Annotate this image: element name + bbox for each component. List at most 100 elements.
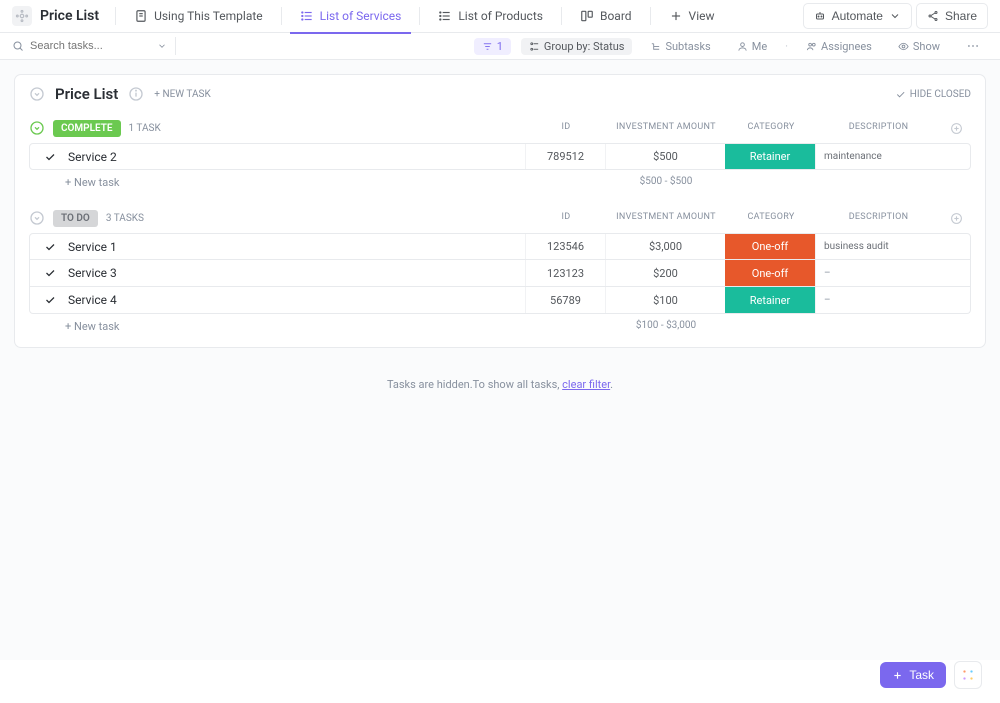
footer-spacer xyxy=(941,320,971,333)
task-row[interactable]: Service 4 56789 $100 Retainer – xyxy=(29,287,971,314)
price-list-panel: Price List + NEW TASK HIDE CLOSED COMPLE… xyxy=(14,74,986,348)
apps-button[interactable] xyxy=(954,661,982,689)
task-category[interactable]: Retainer xyxy=(725,287,815,313)
task-group: TO DO 3 TASKS ID INVESTMENT AMOUNT CATEG… xyxy=(15,203,985,347)
plus-circle-icon xyxy=(950,122,963,135)
list-icon xyxy=(438,9,452,23)
task-id[interactable]: 123123 xyxy=(525,260,605,286)
task-category[interactable]: Retainer xyxy=(725,144,815,169)
filter-bar: 1 Group by: Status Subtasks Me · Assigne… xyxy=(0,33,1000,60)
col-header-description[interactable]: DESCRIPTION xyxy=(816,212,941,225)
task-check[interactable] xyxy=(30,260,66,286)
more-menu[interactable] xyxy=(958,37,988,55)
task-row[interactable]: Service 1 123546 $3,000 One-off business… xyxy=(29,233,971,260)
plus-icon xyxy=(892,670,903,681)
more-icon xyxy=(966,39,980,53)
task-id[interactable]: 789512 xyxy=(525,144,605,169)
collapse-icon[interactable] xyxy=(29,86,45,102)
task-id[interactable]: 56789 xyxy=(525,287,605,313)
footer-spacer xyxy=(726,320,816,333)
floating-controls: Task xyxy=(880,661,982,689)
button-label: Share xyxy=(945,9,977,23)
filter-count: 1 xyxy=(497,40,503,53)
task-description[interactable]: – xyxy=(815,260,940,286)
new-task-link[interactable]: + NEW TASK xyxy=(154,89,210,100)
task-description[interactable]: – xyxy=(815,287,940,313)
clear-filter-link[interactable]: clear filter xyxy=(562,378,610,391)
task-category[interactable]: One-off xyxy=(725,234,815,259)
task-check[interactable] xyxy=(30,144,66,169)
tab-list-services[interactable]: List of Services xyxy=(290,0,412,33)
task-description[interactable]: maintenance xyxy=(815,144,940,169)
col-header-category[interactable]: CATEGORY xyxy=(726,212,816,225)
tab-using-template[interactable]: Using This Template xyxy=(124,0,273,33)
share-button[interactable]: Share xyxy=(916,3,988,29)
status-badge[interactable]: TO DO xyxy=(53,210,98,227)
task-category[interactable]: One-off xyxy=(725,260,815,286)
subtasks-label: Subtasks xyxy=(665,40,710,53)
task-row[interactable]: Service 2 789512 $500 Retainer maintenan… xyxy=(29,143,971,170)
new-task-row[interactable]: + New task xyxy=(29,320,526,333)
hide-closed-toggle[interactable]: HIDE CLOSED xyxy=(895,89,971,100)
subtasks-pill[interactable]: Subtasks xyxy=(642,38,718,55)
new-task-floating-button[interactable]: Task xyxy=(880,662,946,688)
show-pill[interactable]: Show xyxy=(890,38,948,55)
task-check[interactable] xyxy=(30,234,66,259)
add-column-button[interactable] xyxy=(941,212,971,225)
task-check[interactable] xyxy=(30,287,66,313)
status-badge[interactable]: COMPLETE xyxy=(53,120,121,137)
task-investment[interactable]: $3,000 xyxy=(605,234,725,259)
plus-circle-icon xyxy=(950,212,963,225)
task-count: 3 TASKS xyxy=(106,213,144,224)
footer-spacer xyxy=(726,176,816,189)
col-header-id[interactable]: ID xyxy=(526,212,606,225)
tab-label: Using This Template xyxy=(154,9,263,23)
check-icon xyxy=(44,151,56,163)
group-by-pill[interactable]: Group by: Status xyxy=(521,38,633,55)
task-investment[interactable]: $200 xyxy=(605,260,725,286)
task-name[interactable]: Service 3 xyxy=(66,260,525,286)
info-icon[interactable] xyxy=(128,86,144,102)
task-investment[interactable]: $100 xyxy=(605,287,725,313)
tab-board[interactable]: Board xyxy=(570,0,642,33)
group-footer: + New task $100 - $3,000 xyxy=(29,320,971,333)
collapse-icon[interactable] xyxy=(29,210,45,226)
col-header-id[interactable]: ID xyxy=(526,122,606,135)
add-view-button[interactable]: View xyxy=(659,0,725,33)
filter-count-pill[interactable]: 1 xyxy=(474,38,511,55)
automate-button[interactable]: Automate xyxy=(803,3,912,29)
investment-range: $100 - $3,000 xyxy=(606,320,726,333)
tab-label: List of Services xyxy=(320,9,402,23)
task-name[interactable]: Service 4 xyxy=(66,287,525,313)
task-investment[interactable]: $500 xyxy=(605,144,725,169)
new-task-row[interactable]: + New task xyxy=(29,176,526,189)
group-header: TO DO 3 TASKS ID INVESTMENT AMOUNT CATEG… xyxy=(29,207,971,229)
content-area: Price List + NEW TASK HIDE CLOSED COMPLE… xyxy=(0,60,1000,660)
investment-range: $500 - $500 xyxy=(606,176,726,189)
tab-list-products[interactable]: List of Products xyxy=(428,0,553,33)
task-id[interactable]: 123546 xyxy=(525,234,605,259)
collapse-icon[interactable] xyxy=(29,120,45,136)
search-input-wrap[interactable] xyxy=(12,40,167,52)
tab-label: View xyxy=(689,9,715,23)
task-name[interactable]: Service 1 xyxy=(66,234,525,259)
task-row[interactable]: Service 3 123123 $200 One-off – xyxy=(29,260,971,287)
eye-icon xyxy=(898,41,909,52)
task-count: 1 TASK xyxy=(129,123,161,134)
hidden-msg-suffix: . xyxy=(610,378,613,391)
chevron-down-icon[interactable] xyxy=(157,41,167,51)
column-headers: ID INVESTMENT AMOUNT CATEGORY DESCRIPTIO… xyxy=(526,212,971,225)
check-icon xyxy=(895,89,906,100)
col-header-category[interactable]: CATEGORY xyxy=(726,122,816,135)
assignees-pill[interactable]: Assignees xyxy=(798,38,880,55)
task-description[interactable]: business audit xyxy=(815,234,940,259)
search-input[interactable] xyxy=(30,40,130,52)
add-column-button[interactable] xyxy=(941,122,971,135)
hidden-tasks-message: Tasks are hidden.To show all tasks, clea… xyxy=(14,378,986,391)
col-header-investment[interactable]: INVESTMENT AMOUNT xyxy=(606,212,726,225)
task-name[interactable]: Service 2 xyxy=(66,144,525,169)
col-header-investment[interactable]: INVESTMENT AMOUNT xyxy=(606,122,726,135)
button-label: Automate xyxy=(832,9,883,23)
col-header-description[interactable]: DESCRIPTION xyxy=(816,122,941,135)
me-pill[interactable]: Me xyxy=(729,38,775,55)
